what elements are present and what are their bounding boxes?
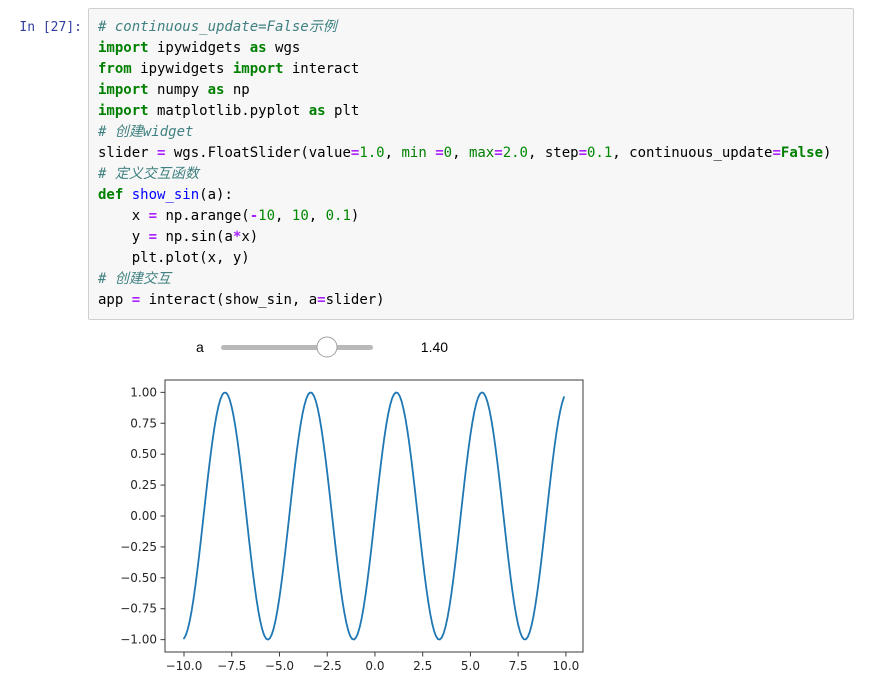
y-tick-label: −0.50 [120, 571, 157, 585]
y-tick-label: 0.75 [130, 416, 157, 430]
code-line: import numpy as np [98, 82, 250, 98]
input-prompt: In [27]: [19, 20, 82, 35]
slider-track-bar [220, 344, 373, 350]
x-tick-label: 10.0 [553, 659, 580, 673]
y-tick-label: −0.25 [120, 540, 157, 554]
slider-handle[interactable] [316, 336, 338, 358]
y-tick-label: −0.75 [120, 602, 157, 616]
y-tick-label: 1.00 [130, 385, 157, 399]
code-line: app = interact(show_sin, a=slider) [98, 292, 385, 308]
x-tick-label: −7.5 [217, 659, 246, 673]
code-line: import ipywidgets as wgs [98, 40, 301, 56]
x-tick-label: 7.5 [509, 659, 528, 673]
x-tick-label: −5.0 [265, 659, 294, 673]
code-line: # continuous_update=False示例 [98, 19, 337, 35]
code-line: # 创建交互 [98, 271, 171, 287]
matplotlib-figure: −10.0 −7.5 −5.0 −2.5 0.0 2.5 5.0 7.5 10.0 1.00 0.7… [100, 368, 600, 680]
code-line: x = np.arange(-10, 10, 0.1) [98, 208, 360, 224]
figure-svg: −10.0 −7.5 −5.0 −2.5 0.0 2.5 5.0 7.5 10.0 1.00 0.7… [120, 379, 584, 673]
x-tick-label: 5.0 [461, 659, 480, 673]
code-line: y = np.sin(a*x) [98, 229, 259, 245]
code-line: import matplotlib.pyplot as plt [98, 103, 360, 119]
code-line: slider = wgs.FloatSlider(value=1.0, min … [98, 145, 832, 161]
axes-background [165, 380, 583, 652]
y-tick-label: 0.50 [130, 447, 157, 461]
code-line: # 定义交互函数 [98, 166, 199, 182]
slider-label: a [196, 339, 204, 355]
x-tick-label: 2.5 [413, 659, 432, 673]
code-line: plt.plot(x, y) [98, 250, 250, 266]
x-tick-label: −10.0 [166, 659, 203, 673]
code-line: from ipywidgets import interact [98, 61, 360, 77]
x-tick-label: 0.0 [365, 659, 384, 673]
code-editor[interactable]: # continuous_update=False示例import ipywid… [88, 8, 854, 320]
slider-readout: 1.40 [420, 339, 449, 355]
y-tick-label: 0.00 [130, 509, 157, 523]
code-line: def show_sin(a): [98, 187, 233, 203]
y-tick-label: −1.00 [120, 633, 157, 647]
slider-track[interactable] [220, 335, 373, 359]
code-line: # 创建widget [98, 124, 194, 140]
x-tick-label: −2.5 [313, 659, 342, 673]
y-tick-label: 0.25 [130, 478, 157, 492]
slider-widget: a 1.40 [196, 333, 448, 361]
notebook-page: In [27]: # continuous_update=False示例impo… [0, 0, 869, 687]
